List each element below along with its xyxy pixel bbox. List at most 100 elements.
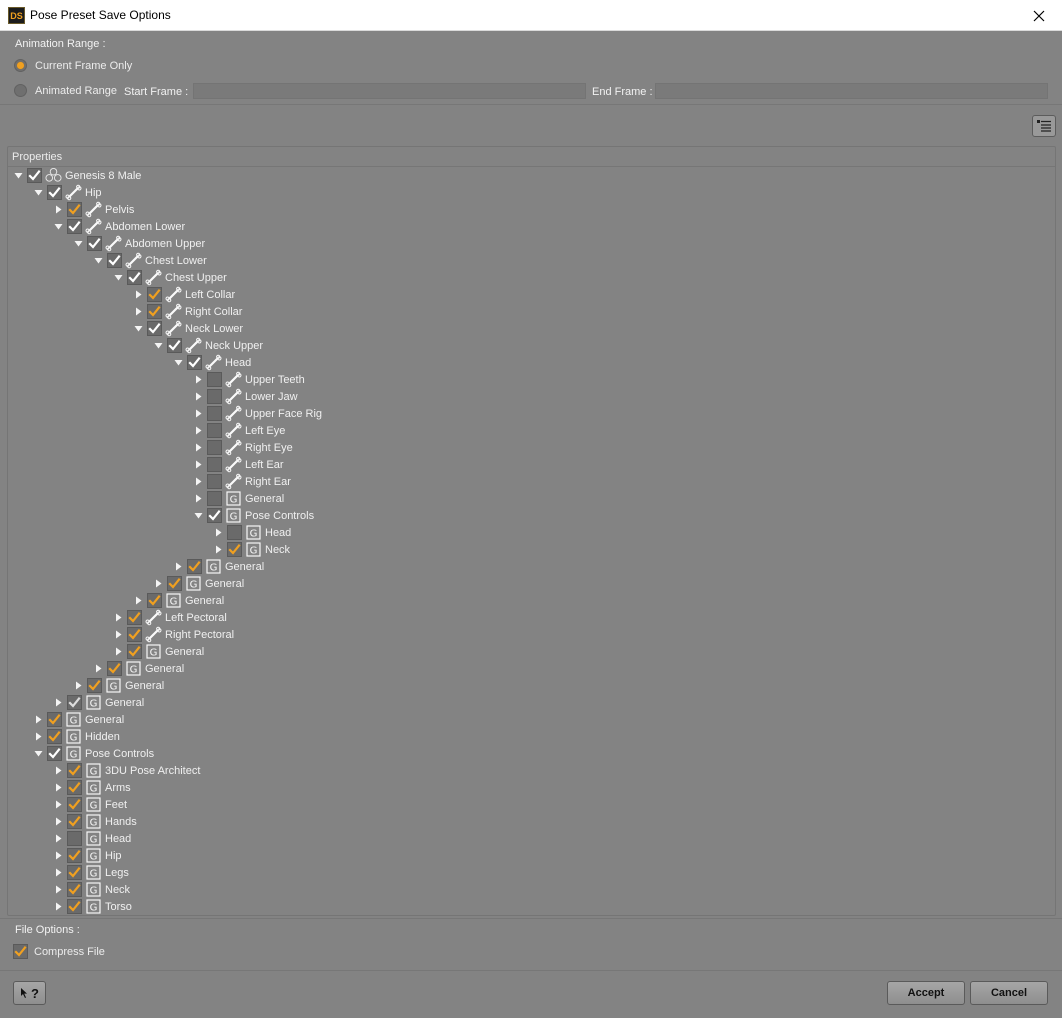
tree-row[interactable]: G Torso [53, 898, 132, 915]
start-frame-field[interactable] [193, 83, 586, 99]
tree-row[interactable]: G General [173, 558, 264, 575]
collapse-arrow-icon[interactable] [193, 511, 203, 521]
collapse-arrow-icon[interactable] [173, 358, 183, 368]
row-checkbox[interactable] [187, 355, 202, 370]
collapse-arrow-icon[interactable] [113, 273, 123, 283]
row-checkbox[interactable] [127, 627, 142, 642]
tree-row[interactable]: G Head [53, 830, 131, 847]
expand-arrow-icon[interactable] [193, 375, 203, 385]
row-checkbox[interactable] [67, 882, 82, 897]
row-checkbox[interactable] [147, 287, 162, 302]
expand-arrow-icon[interactable] [53, 800, 63, 810]
row-checkbox[interactable] [87, 236, 102, 251]
tree-row[interactable]: Abdomen Upper [73, 235, 205, 252]
row-checkbox[interactable] [227, 525, 242, 540]
row-checkbox[interactable] [207, 474, 222, 489]
tree-row[interactable]: Left Collar [133, 286, 235, 303]
row-checkbox[interactable] [147, 321, 162, 336]
tree-row[interactable]: G Hands [53, 813, 137, 830]
row-checkbox[interactable] [207, 423, 222, 438]
tree-row[interactable]: Left Eye [193, 422, 285, 439]
row-checkbox[interactable] [47, 746, 62, 761]
tree-row[interactable]: Chest Lower [93, 252, 207, 269]
tree-row[interactable]: G Pose Controls [33, 745, 154, 762]
tree-row[interactable]: G General [53, 694, 144, 711]
row-checkbox[interactable] [167, 576, 182, 591]
expand-arrow-icon[interactable] [193, 460, 203, 470]
row-checkbox[interactable] [147, 593, 162, 608]
collapse-arrow-icon[interactable] [13, 171, 23, 181]
tree-row[interactable]: Neck Lower [133, 320, 243, 337]
accept-button[interactable]: Accept [887, 981, 965, 1005]
row-checkbox[interactable] [207, 457, 222, 472]
expand-arrow-icon[interactable] [53, 851, 63, 861]
expand-arrow-icon[interactable] [193, 443, 203, 453]
row-checkbox[interactable] [207, 491, 222, 506]
expand-arrow-icon[interactable] [53, 902, 63, 912]
row-checkbox[interactable] [227, 542, 242, 557]
tree-row[interactable]: G Legs [53, 864, 129, 881]
row-checkbox[interactable] [67, 763, 82, 778]
row-checkbox[interactable] [67, 848, 82, 863]
tree-row[interactable]: G 3DU Pose Architect [53, 762, 200, 779]
expand-arrow-icon[interactable] [93, 664, 103, 674]
row-checkbox[interactable] [127, 610, 142, 625]
help-button[interactable]: ? [13, 981, 46, 1005]
expand-arrow-icon[interactable] [53, 834, 63, 844]
end-frame-field[interactable] [655, 83, 1048, 99]
compress-file-option[interactable]: Compress File [13, 944, 105, 959]
row-checkbox[interactable] [47, 185, 62, 200]
tree-row[interactable]: G General [73, 677, 164, 694]
collapse-arrow-icon[interactable] [33, 749, 43, 759]
cancel-button[interactable]: Cancel [970, 981, 1048, 1005]
expand-arrow-icon[interactable] [53, 783, 63, 793]
collapse-arrow-icon[interactable] [153, 341, 163, 351]
tree-row[interactable]: Right Eye [193, 439, 293, 456]
expand-arrow-icon[interactable] [113, 647, 123, 657]
row-checkbox[interactable] [187, 559, 202, 574]
tree-row[interactable]: G Hip [53, 847, 122, 864]
collapse-arrow-icon[interactable] [33, 188, 43, 198]
expand-arrow-icon[interactable] [193, 392, 203, 402]
row-checkbox[interactable] [67, 814, 82, 829]
expand-arrow-icon[interactable] [73, 681, 83, 691]
row-checkbox[interactable] [87, 678, 102, 693]
expand-arrow-icon[interactable] [53, 868, 63, 878]
expand-arrow-icon[interactable] [53, 817, 63, 827]
row-checkbox[interactable] [107, 253, 122, 268]
expand-arrow-icon[interactable] [53, 698, 63, 708]
row-checkbox[interactable] [107, 661, 122, 676]
collapse-arrow-icon[interactable] [73, 239, 83, 249]
tree-row[interactable]: G Neck [213, 541, 290, 558]
options-menu-button[interactable] [1032, 115, 1056, 137]
row-checkbox[interactable] [27, 168, 42, 183]
expand-arrow-icon[interactable] [33, 732, 43, 742]
tree-row[interactable]: G Feet [53, 796, 127, 813]
tree-row[interactable]: G Head [213, 524, 291, 541]
tree-row[interactable]: Hip [33, 184, 102, 201]
expand-arrow-icon[interactable] [173, 562, 183, 572]
row-checkbox[interactable] [127, 644, 142, 659]
tree-row[interactable]: Genesis 8 Male [13, 167, 141, 184]
tree-row[interactable]: Lower Jaw [193, 388, 298, 405]
row-checkbox[interactable] [207, 508, 222, 523]
tree-row[interactable]: G General [33, 711, 124, 728]
tree-row[interactable]: G Arms [53, 779, 131, 796]
collapse-arrow-icon[interactable] [53, 222, 63, 232]
row-checkbox[interactable] [67, 780, 82, 795]
tree-row[interactable]: Left Pectoral [113, 609, 227, 626]
tree-row[interactable]: Upper Teeth [193, 371, 305, 388]
expand-arrow-icon[interactable] [53, 885, 63, 895]
tree-row[interactable]: Right Pectoral [113, 626, 234, 643]
tree-row[interactable]: Neck Upper [153, 337, 263, 354]
row-checkbox[interactable] [47, 729, 62, 744]
tree-row[interactable]: G General [113, 643, 204, 660]
expand-arrow-icon[interactable] [133, 290, 143, 300]
row-checkbox[interactable] [67, 865, 82, 880]
row-checkbox[interactable] [147, 304, 162, 319]
row-checkbox[interactable] [67, 695, 82, 710]
row-checkbox[interactable] [67, 797, 82, 812]
tree-row[interactable]: Head [173, 354, 251, 371]
tree-row[interactable]: G General [193, 490, 284, 507]
expand-arrow-icon[interactable] [193, 409, 203, 419]
